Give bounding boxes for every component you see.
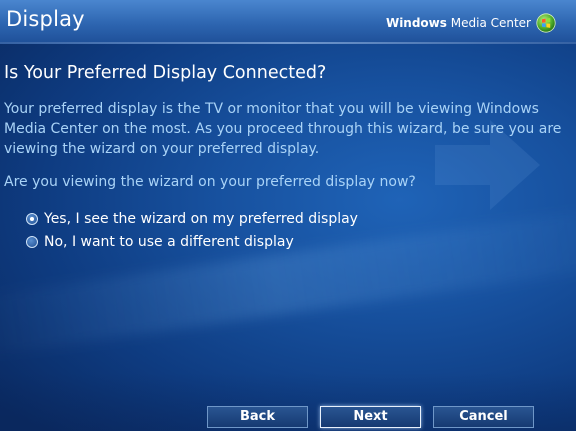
option-no-label[interactable]: No, I want to use a different display bbox=[44, 234, 294, 250]
brand: Windows Media Center bbox=[386, 13, 556, 33]
brand-prefix: Windows bbox=[385, 16, 447, 30]
back-button[interactable]: Back bbox=[207, 406, 308, 428]
wizard-heading: Is Your Preferred Display Connected? bbox=[4, 63, 327, 83]
intro-text: Your preferred display is the TV or moni… bbox=[4, 101, 562, 157]
cancel-button[interactable]: Cancel bbox=[433, 406, 534, 428]
brand-text: Windows Media Center bbox=[386, 16, 531, 30]
option-no-radio[interactable]: No, I want to use a different display bbox=[26, 234, 294, 250]
option-yes-radio[interactable]: Yes, I see the wizard on my preferred di… bbox=[26, 211, 358, 227]
windows-media-center-logo-icon[interactable] bbox=[536, 13, 556, 33]
wizard-window: Display Windows Media Center Is Your Pre… bbox=[0, 0, 576, 431]
radio-selected-icon[interactable] bbox=[26, 213, 38, 225]
next-button[interactable]: Next bbox=[320, 406, 421, 428]
title-bar: Display Windows Media Center bbox=[0, 0, 576, 44]
question-text: Are you viewing the wizard on your prefe… bbox=[4, 174, 416, 190]
page-title: Display bbox=[6, 7, 85, 31]
brand-suffix: Media Center bbox=[450, 16, 531, 30]
title-bar-divider bbox=[0, 42, 576, 44]
radio-unselected-icon[interactable] bbox=[26, 236, 38, 248]
option-yes-label[interactable]: Yes, I see the wizard on my preferred di… bbox=[44, 211, 358, 227]
